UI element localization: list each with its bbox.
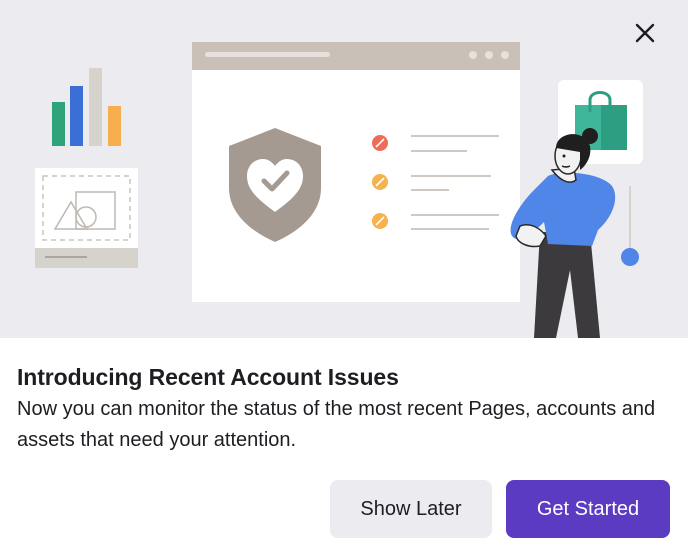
bar-chart-illustration: [52, 68, 121, 146]
dialog-description: Now you can monitor the status of the mo…: [17, 398, 656, 451]
close-icon: [635, 23, 655, 43]
dialog-title: Introducing Recent Account Issues: [17, 364, 399, 390]
intro-dialog: Introducing Recent Account Issues Now yo…: [0, 0, 688, 548]
hero-illustration: [0, 0, 688, 338]
get-started-button[interactable]: Get Started: [506, 480, 670, 538]
show-later-button[interactable]: Show Later: [330, 480, 492, 538]
pendant-illustration: [621, 186, 639, 266]
dialog-content: Introducing Recent Account Issues Now yo…: [0, 338, 688, 548]
close-button[interactable]: [634, 22, 668, 56]
shapes-card-illustration: [35, 168, 138, 268]
